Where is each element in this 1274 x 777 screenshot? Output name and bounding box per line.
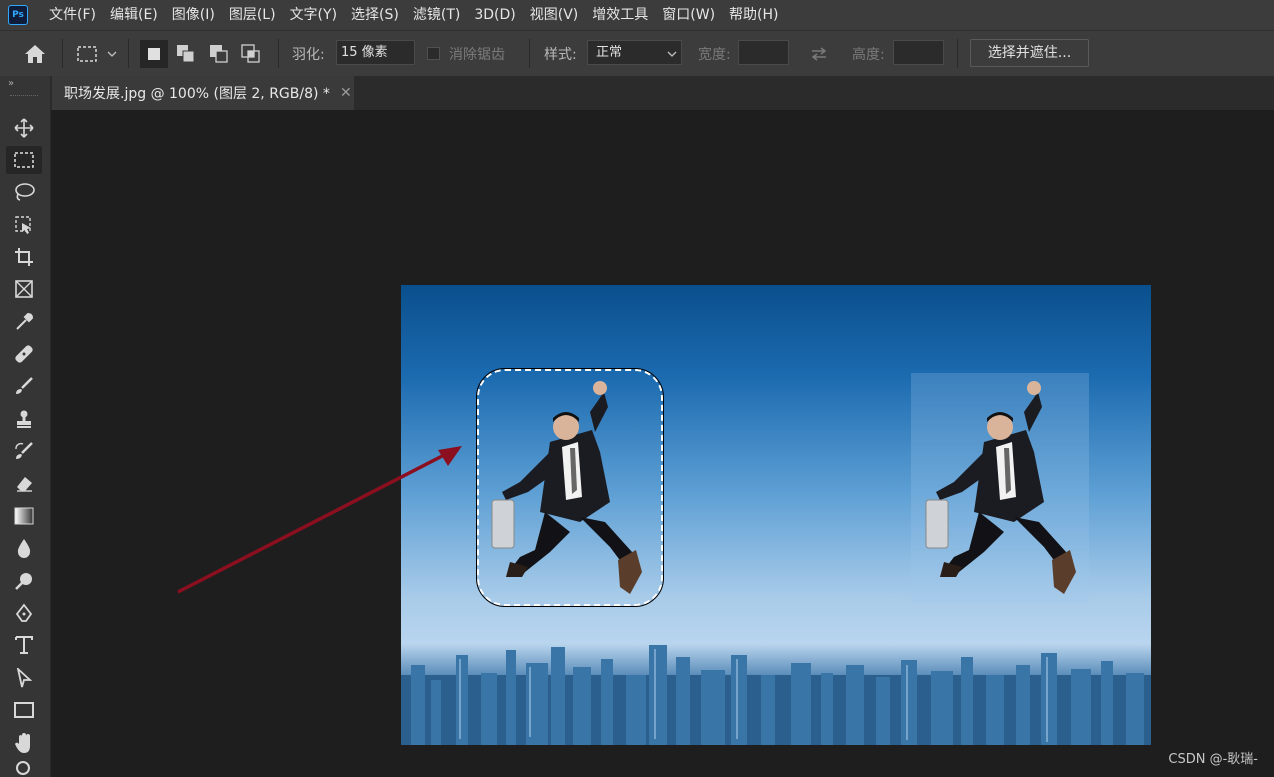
subtract-from-selection-icon[interactable]	[205, 40, 233, 68]
menu-plugins[interactable]: 增效工具	[585, 0, 655, 30]
city-skyline	[401, 645, 1151, 745]
blur-tool[interactable]	[6, 534, 42, 562]
pen-tool[interactable]	[6, 599, 42, 627]
path-selection-tool[interactable]	[6, 664, 42, 692]
object-selection-tool[interactable]	[6, 211, 42, 239]
menu-image[interactable]: 图像(I)	[165, 0, 222, 30]
style-label: 样式:	[544, 47, 577, 63]
selection-marquee[interactable]	[476, 368, 664, 607]
gradient-tool[interactable]	[6, 502, 42, 530]
options-bar: 羽化: 15 像素 消除锯齿 样式: 正常 宽度: 高度: 选择并遮住...	[0, 30, 1274, 76]
menu-edit[interactable]: 编辑(E)	[103, 0, 165, 30]
add-to-selection-icon[interactable]	[172, 40, 200, 68]
menu-window[interactable]: 窗口(W)	[655, 0, 722, 30]
healing-brush-tool[interactable]	[6, 340, 42, 368]
rect-marquee-preset-icon[interactable]	[74, 42, 100, 66]
swap-icon[interactable]	[806, 42, 832, 66]
rectangle-tool[interactable]	[6, 696, 42, 724]
chevron-down-icon	[667, 51, 677, 57]
menu-type[interactable]: 文字(Y)	[283, 0, 344, 30]
lasso-tool[interactable]	[6, 178, 42, 206]
antialias-label: 消除锯齿	[449, 47, 505, 63]
feather-label: 羽化:	[292, 47, 325, 63]
chevron-down-icon[interactable]	[104, 45, 120, 63]
zoom-tool[interactable]	[6, 761, 42, 777]
crop-tool[interactable]	[6, 243, 42, 271]
style-select[interactable]: 正常	[587, 40, 682, 65]
menu-help[interactable]: 帮助(H)	[722, 0, 785, 30]
menu-view[interactable]: 视图(V)	[523, 0, 586, 30]
frame-tool[interactable]	[6, 275, 42, 303]
photoshop-logo[interactable]: Ps	[8, 5, 28, 25]
annotation-arrow	[177, 446, 462, 594]
eyedropper-tool[interactable]	[6, 308, 42, 336]
history-brush-tool[interactable]	[6, 437, 42, 465]
hand-tool[interactable]	[6, 729, 42, 757]
marquee-tool[interactable]	[6, 146, 42, 174]
type-tool[interactable]	[6, 631, 42, 659]
intersect-selection-icon[interactable]	[237, 40, 265, 68]
home-icon[interactable]	[22, 42, 48, 66]
style-select-value: 正常	[596, 45, 623, 60]
select-and-mask-button[interactable]: 选择并遮住...	[970, 39, 1089, 67]
businessman-figure-right	[925, 381, 1076, 594]
menu-file[interactable]: 文件(F)	[42, 0, 103, 30]
new-selection-icon[interactable]	[140, 40, 168, 68]
dodge-tool[interactable]	[6, 567, 42, 595]
close-icon[interactable]: ✕	[340, 85, 352, 101]
brush-tool[interactable]	[6, 372, 42, 400]
menu-layer[interactable]: 图层(L)	[222, 0, 283, 30]
antialias-checkbox[interactable]	[427, 47, 440, 60]
menu-filter[interactable]: 滤镜(T)	[406, 0, 467, 30]
document-tab[interactable]: 职场发展.jpg @ 100% (图层 2, RGB/8) * ✕	[52, 76, 354, 110]
menu-bar: Ps 文件(F) 编辑(E) 图像(I) 图层(L) 文字(Y) 选择(S) 滤…	[0, 0, 1274, 30]
watermark: CSDN @-耿瑞-	[1168, 752, 1258, 767]
eraser-tool[interactable]	[6, 469, 42, 497]
feather-input[interactable]: 15 像素	[336, 40, 415, 65]
tools-panel: »	[0, 76, 51, 777]
expand-panel-icon[interactable]: »	[8, 78, 14, 89]
clone-stamp-tool[interactable]	[6, 405, 42, 433]
document-tab-bar: 职场发展.jpg @ 100% (图层 2, RGB/8) * ✕	[50, 76, 1274, 110]
move-tool[interactable]	[6, 114, 42, 142]
panel-grip[interactable]	[10, 95, 38, 100]
height-input[interactable]	[893, 40, 944, 65]
menu-3d[interactable]: 3D(D)	[467, 0, 522, 30]
height-label: 高度:	[852, 47, 885, 63]
document-tab-title: 职场发展.jpg @ 100% (图层 2, RGB/8) *	[64, 86, 330, 102]
width-input[interactable]	[738, 40, 789, 65]
menu-select[interactable]: 选择(S)	[344, 0, 406, 30]
width-label: 宽度:	[698, 47, 731, 63]
